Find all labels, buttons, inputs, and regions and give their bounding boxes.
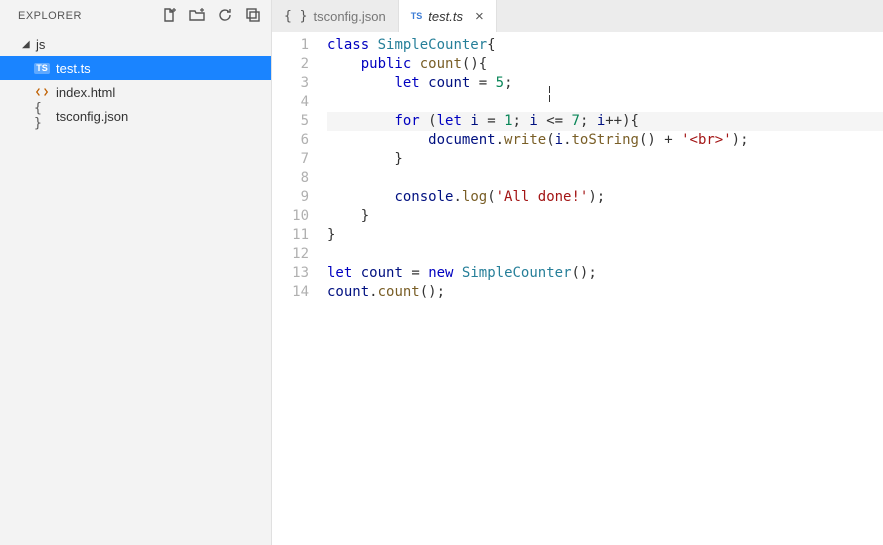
code-line[interactable]: } xyxy=(327,226,883,245)
folder-row[interactable]: ◢ js xyxy=(0,32,271,56)
code-content[interactable]: class SimpleCounter{ public count(){ let… xyxy=(327,36,883,545)
line-number: 10 xyxy=(272,207,309,226)
close-icon[interactable]: × xyxy=(475,8,484,25)
line-number: 12 xyxy=(272,245,309,264)
line-number: 2 xyxy=(272,55,309,74)
explorer-header: EXPLORER xyxy=(0,0,271,32)
explorer-actions xyxy=(161,7,261,26)
code-line[interactable]: document.write(i.toString() + '<br>'); xyxy=(327,131,883,150)
line-number: 8 xyxy=(272,169,309,188)
ts-file-icon: TS xyxy=(34,63,50,74)
line-number: 4 xyxy=(272,93,309,112)
file-name: tsconfig.json xyxy=(56,109,128,124)
code-line[interactable] xyxy=(327,245,883,264)
collapse-all-icon[interactable] xyxy=(245,7,261,26)
json-file-icon: { } xyxy=(284,9,307,24)
line-number: 11 xyxy=(272,226,309,245)
folder-name: js xyxy=(36,37,45,52)
line-number: 3 xyxy=(272,74,309,93)
explorer-title: EXPLORER xyxy=(18,10,82,22)
tab-bar: { } tsconfig.json TS test.ts × xyxy=(272,0,883,32)
code-line[interactable]: } xyxy=(327,207,883,226)
code-line[interactable]: } xyxy=(327,150,883,169)
line-number: 9 xyxy=(272,188,309,207)
tab-label: test.ts xyxy=(428,9,463,24)
file-row[interactable]: { } tsconfig.json xyxy=(0,104,271,128)
code-editor[interactable]: 1234567891011121314 class SimpleCounter{… xyxy=(272,32,883,545)
code-line[interactable]: let count = new SimpleCounter(); xyxy=(327,264,883,283)
chevron-down-icon: ◢ xyxy=(22,39,32,50)
new-file-icon[interactable] xyxy=(161,7,177,26)
tab[interactable]: { } tsconfig.json xyxy=(272,0,399,32)
ts-file-icon: TS xyxy=(411,11,423,21)
code-line[interactable]: class SimpleCounter{ xyxy=(327,36,883,55)
code-line[interactable] xyxy=(327,93,883,112)
file-list: TS test.ts index.html { } tsconfig.json xyxy=(0,56,271,128)
code-line[interactable]: for (let i = 1; i <= 7; i++){ xyxy=(327,112,883,131)
line-number-gutter: 1234567891011121314 xyxy=(272,36,327,545)
tab[interactable]: TS test.ts × xyxy=(399,0,497,32)
file-name: index.html xyxy=(56,85,115,100)
file-row[interactable]: TS test.ts xyxy=(0,56,271,80)
code-line[interactable]: let count = 5; xyxy=(327,74,883,93)
line-number: 5 xyxy=(272,112,309,131)
json-file-icon: { } xyxy=(34,101,50,131)
line-number: 7 xyxy=(272,150,309,169)
code-line[interactable]: console.log('All done!'); xyxy=(327,188,883,207)
code-line[interactable] xyxy=(327,169,883,188)
new-folder-icon[interactable] xyxy=(189,7,205,26)
tab-label: tsconfig.json xyxy=(313,9,385,24)
refresh-icon[interactable] xyxy=(217,7,233,26)
code-line[interactable]: public count(){ xyxy=(327,55,883,74)
line-number: 14 xyxy=(272,283,309,302)
html-file-icon xyxy=(34,85,50,99)
editor-area: { }tsconfig.jsonTStest.ts× 1234567891011… xyxy=(272,0,883,545)
code-line[interactable]: count.count(); xyxy=(327,283,883,302)
line-number: 6 xyxy=(272,131,309,150)
explorer-sidebar: EXPLORER ◢ js TS test.ts index.html { } tsco… xyxy=(0,0,272,545)
file-name: test.ts xyxy=(56,61,91,76)
line-number: 13 xyxy=(272,264,309,283)
line-number: 1 xyxy=(272,36,309,55)
